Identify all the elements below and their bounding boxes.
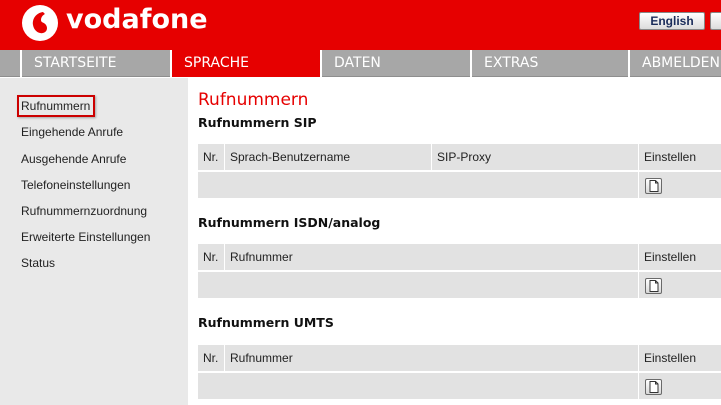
sidebar-item-telefoneinstellungen[interactable]: Telefoneinstellungen — [21, 178, 130, 192]
table-row — [198, 172, 721, 198]
column-header-einstellen: Einstellen — [644, 250, 697, 264]
main-nav: STARTSEITE SPRACHE DATEN EXTRAS ABMELDEN — [0, 50, 721, 77]
section-title-umts: Rufnummern UMTS — [198, 315, 334, 330]
document-edit-icon[interactable] — [645, 379, 662, 395]
sidebar-item-eingehende-anrufe[interactable]: Eingehende Anrufe — [21, 125, 123, 139]
nav-daten[interactable]: DATEN — [320, 50, 472, 77]
isdn-table: Nr. Rufnummer Einstellen — [198, 244, 721, 298]
column-header-rufnummer: Rufnummer — [230, 351, 293, 365]
column-header-nr: Nr. — [203, 150, 219, 164]
document-edit-icon[interactable] — [645, 178, 662, 194]
section-title-isdn: Rufnummern ISDN/analog — [198, 215, 381, 230]
column-header-nr: Nr. — [203, 250, 219, 264]
column-divider — [638, 272, 639, 298]
sidebar-item-rufnummernzuordnung[interactable]: Rufnummernzuordnung — [21, 204, 147, 218]
table-header-row: Nr. Sprach-Benutzername SIP-Proxy Einste… — [198, 144, 721, 170]
sidebar-item-rufnummern[interactable]: Rufnummern — [17, 95, 96, 117]
sip-table: Nr. Sprach-Benutzername SIP-Proxy Einste… — [198, 144, 721, 198]
nav-extras[interactable]: EXTRAS — [470, 50, 622, 77]
page-title: Rufnummern — [198, 90, 309, 110]
column-divider — [638, 172, 639, 198]
table-row — [198, 373, 721, 399]
language-other-button[interactable] — [710, 12, 721, 30]
table-header-row: Nr. Rufnummer Einstellen — [198, 244, 721, 270]
table-header-row: Nr. Rufnummer Einstellen — [198, 345, 721, 371]
nav-startseite[interactable]: STARTSEITE — [20, 50, 172, 77]
column-header-einstellen: Einstellen — [644, 351, 697, 365]
column-divider — [638, 373, 639, 399]
header-bar: vodafone English — [0, 0, 721, 50]
nav-sprache[interactable]: SPRACHE — [170, 50, 322, 77]
table-row — [198, 272, 721, 298]
column-header-nr: Nr. — [203, 351, 219, 365]
nav-abmelden[interactable]: ABMELDEN — [628, 50, 721, 77]
sidebar-item-status[interactable]: Status — [21, 256, 55, 270]
section-title-sip: Rufnummern SIP — [198, 115, 317, 130]
column-header-benutzername: Sprach-Benutzername — [230, 150, 351, 164]
umts-table: Nr. Rufnummer Einstellen — [198, 345, 721, 399]
language-english-button[interactable]: English — [639, 12, 705, 30]
sidebar-item-erweiterte-einstellungen[interactable]: Erweiterte Einstellungen — [21, 230, 150, 244]
document-edit-icon[interactable] — [645, 278, 662, 294]
sidebar-item-ausgehende-anrufe[interactable]: Ausgehende Anrufe — [21, 152, 126, 166]
vodafone-logo-icon — [22, 5, 58, 41]
column-header-rufnummer: Rufnummer — [230, 250, 293, 264]
logo-text: vodafone — [66, 4, 208, 35]
column-header-sip-proxy: SIP-Proxy — [437, 150, 492, 164]
column-header-einstellen: Einstellen — [644, 150, 697, 164]
